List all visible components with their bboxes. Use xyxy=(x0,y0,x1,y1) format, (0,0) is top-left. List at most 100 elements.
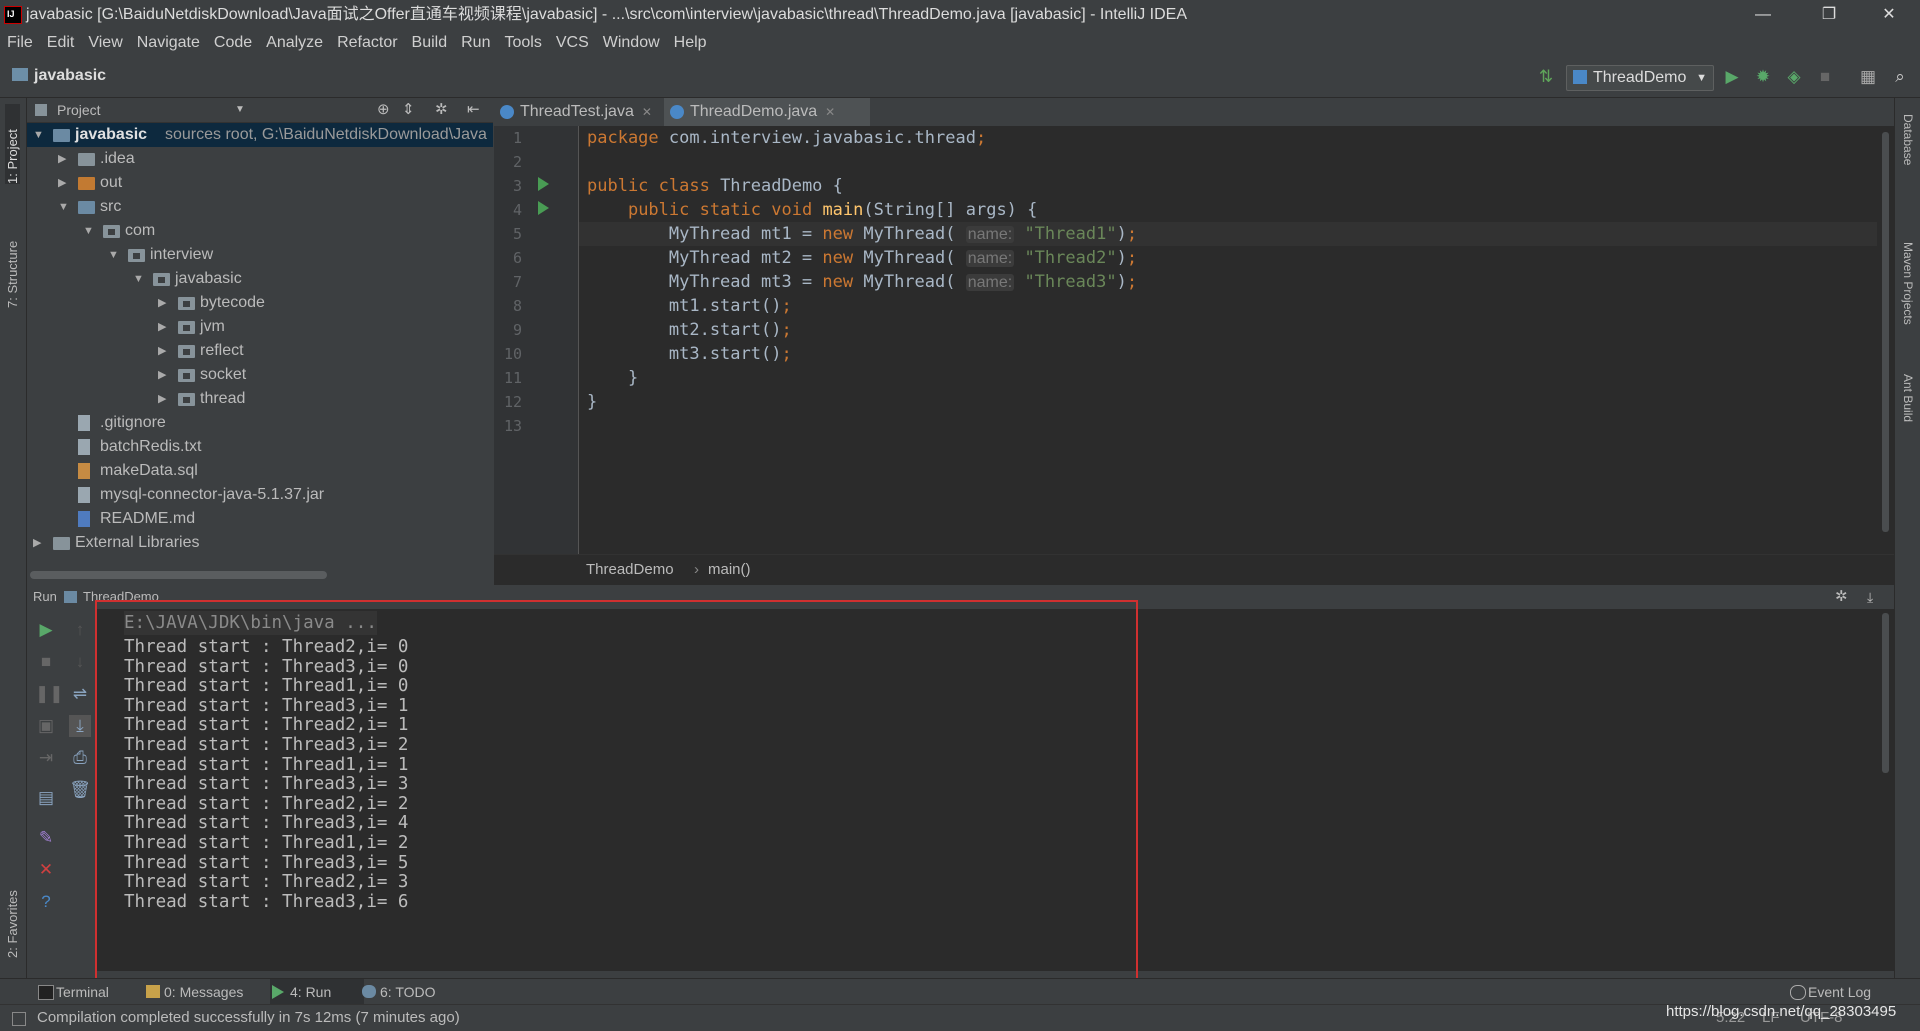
restore-button[interactable]: ❐ xyxy=(1806,0,1852,29)
menu-window[interactable]: Window xyxy=(596,29,667,57)
menu-tools[interactable]: Tools xyxy=(497,29,548,57)
gear-icon[interactable]: ✲ xyxy=(435,98,448,122)
menu-file[interactable]: File xyxy=(0,29,40,57)
database-tool-tab[interactable]: Database xyxy=(1901,114,1915,165)
breadcrumb-method[interactable]: main() xyxy=(708,555,751,585)
dump-threads-icon[interactable]: ▣ xyxy=(35,715,57,737)
minimize-button[interactable]: — xyxy=(1740,0,1786,29)
coverage-icon[interactable]: ◈ xyxy=(1784,67,1804,87)
run-gutter-icon[interactable] xyxy=(538,201,549,215)
tree-item-mysql-connector-java-5-1-37-jar[interactable]: mysql-connector-java-5.1.37.jar xyxy=(27,483,493,507)
project-view-dropdown[interactable]: Project xyxy=(57,98,101,122)
collapsed-arrow-icon[interactable]: ▶ xyxy=(33,531,41,555)
run-tab[interactable]: 4: Run xyxy=(270,979,364,1005)
pause-icon[interactable]: ❚❚ xyxy=(35,683,64,705)
favorites-tool-tab[interactable]: 2: Favorites xyxy=(5,868,20,958)
close-icon[interactable]: ✕ xyxy=(35,859,57,881)
run-icon[interactable]: ▶ xyxy=(1722,67,1742,87)
exit-icon[interactable]: ⇥ xyxy=(35,747,57,769)
menu-navigate[interactable]: Navigate xyxy=(130,29,207,57)
project-tool-tab[interactable]: 1: Project xyxy=(5,104,20,184)
run-config-tab[interactable]: ThreadDemo xyxy=(83,585,159,609)
tree-item-idea[interactable]: ▶ .idea xyxy=(27,147,493,171)
tree-item-out[interactable]: ▶ out xyxy=(27,171,493,195)
project-structure-icon[interactable]: ▦ xyxy=(1858,67,1878,87)
run-gutter-icon[interactable] xyxy=(538,177,549,191)
tree-item-javabasic[interactable]: ▼ javabasic xyxy=(27,267,493,291)
tree-item-makedata-sql[interactable]: makeData.sql xyxy=(27,459,493,483)
tab-threadtest[interactable]: ThreadTest.java ✕ xyxy=(494,98,688,126)
maven-tool-tab[interactable]: Maven Projects xyxy=(1901,242,1915,325)
menu-build[interactable]: Build xyxy=(405,29,455,57)
collapse-all-icon[interactable]: ⇕ xyxy=(402,98,415,122)
menu-view[interactable]: View xyxy=(81,29,129,57)
clear-all-icon[interactable]: 🗑 xyxy=(69,779,91,801)
scroll-to-end-icon[interactable]: ⤓ xyxy=(69,715,91,737)
breadcrumb-class[interactable]: ThreadDemo xyxy=(586,555,674,585)
expanded-arrow-icon[interactable]: ▼ xyxy=(58,195,69,219)
terminal-tab[interactable]: Terminal xyxy=(36,979,142,1005)
tree-item-batchredis-txt[interactable]: batchRedis.txt xyxy=(27,435,493,459)
menu-run[interactable]: Run xyxy=(454,29,497,57)
tree-item-gitignore[interactable]: .gitignore xyxy=(27,411,493,435)
structure-tool-tab[interactable]: 7: Structure xyxy=(5,218,20,308)
tree-item-src[interactable]: ▼ src xyxy=(27,195,493,219)
debug-icon[interactable]: ✹ xyxy=(1753,67,1773,87)
tree-item-thread[interactable]: ▶ thread xyxy=(27,387,493,411)
collapsed-arrow-icon[interactable]: ▶ xyxy=(158,315,166,339)
build-icon[interactable]: ⇅ xyxy=(1536,67,1556,87)
tool-windows-icon[interactable] xyxy=(12,1012,26,1026)
expanded-arrow-icon[interactable]: ▼ xyxy=(83,219,94,243)
layout-icon[interactable]: ▤ xyxy=(35,787,57,809)
status-message[interactable]: Compilation completed successfully in 7s… xyxy=(37,1005,460,1031)
tree-item-bytecode[interactable]: ▶ bytecode xyxy=(27,291,493,315)
expanded-arrow-icon[interactable]: ▼ xyxy=(33,123,44,147)
hide-panel-icon[interactable]: ⇤ xyxy=(467,98,480,122)
chevron-down-icon[interactable]: ▼ xyxy=(235,98,245,122)
help-icon[interactable]: ? xyxy=(35,891,57,913)
tree-item-javabasic[interactable]: ▼ javabasic sources root, G:\BaiduNetdiskD… xyxy=(27,123,493,147)
hide-panel-icon[interactable]: ⤓ xyxy=(1867,585,1873,609)
console-output[interactable]: E:\JAVA\JDK\bin\java ... Thread start : … xyxy=(97,609,1877,971)
menu-analyze[interactable]: Analyze xyxy=(259,29,330,57)
tab-threaddemo[interactable]: ThreadDemo.java ✕ xyxy=(664,98,870,126)
stop-icon[interactable]: ■ xyxy=(35,651,57,673)
collapsed-arrow-icon[interactable]: ▶ xyxy=(158,339,166,363)
collapsed-arrow-icon[interactable]: ▶ xyxy=(58,171,66,195)
gear-icon[interactable]: ✲ xyxy=(1835,585,1848,609)
tree-item-jvm[interactable]: ▶ jvm xyxy=(27,315,493,339)
tree-item-readme-md[interactable]: README.md xyxy=(27,507,493,531)
close-tab-icon[interactable]: ✕ xyxy=(642,105,652,119)
project-horizontal-scrollbar[interactable] xyxy=(30,571,327,579)
tree-item-interview[interactable]: ▼ interview xyxy=(27,243,493,267)
expanded-arrow-icon[interactable]: ▼ xyxy=(108,243,119,267)
todo-tab[interactable]: 6: TODO xyxy=(360,979,464,1005)
close-button[interactable]: ✕ xyxy=(1866,0,1912,29)
search-icon[interactable]: ⌕ xyxy=(1890,67,1910,87)
editor-scrollbar[interactable] xyxy=(1877,126,1894,554)
menu-vcs[interactable]: VCS xyxy=(549,29,596,57)
run-config-selector[interactable]: ThreadDemo ▼ xyxy=(1566,65,1714,91)
pin-icon[interactable]: ✎ xyxy=(35,827,57,849)
print-icon[interactable]: ⎙ xyxy=(69,747,91,769)
menu-code[interactable]: Code xyxy=(207,29,259,57)
locate-icon[interactable]: ⊕ xyxy=(377,98,390,122)
stop-icon[interactable]: ■ xyxy=(1815,67,1835,87)
ant-build-tool-tab[interactable]: Ant Build xyxy=(1901,374,1915,422)
console-scrollbar[interactable] xyxy=(1877,609,1894,971)
console-scroll-thumb[interactable] xyxy=(1882,613,1889,773)
expanded-arrow-icon[interactable]: ▼ xyxy=(133,267,144,291)
tree-item-com[interactable]: ▼ com xyxy=(27,219,493,243)
menu-help[interactable]: Help xyxy=(667,29,714,57)
rerun-icon[interactable]: ▶ xyxy=(35,619,57,641)
collapsed-arrow-icon[interactable]: ▶ xyxy=(158,363,166,387)
tree-item-socket[interactable]: ▶ socket xyxy=(27,363,493,387)
down-arrow-icon[interactable]: ↓ xyxy=(69,651,91,673)
close-tab-icon[interactable]: ✕ xyxy=(825,105,835,119)
collapsed-arrow-icon[interactable]: ▶ xyxy=(58,147,66,171)
menu-refactor[interactable]: Refactor xyxy=(330,29,404,57)
code-editor[interactable]: package com.interview.javabasic.thread; … xyxy=(579,126,1877,554)
collapsed-arrow-icon[interactable]: ▶ xyxy=(158,291,166,315)
menu-edit[interactable]: Edit xyxy=(40,29,82,57)
editor-scroll-thumb[interactable] xyxy=(1882,132,1889,532)
